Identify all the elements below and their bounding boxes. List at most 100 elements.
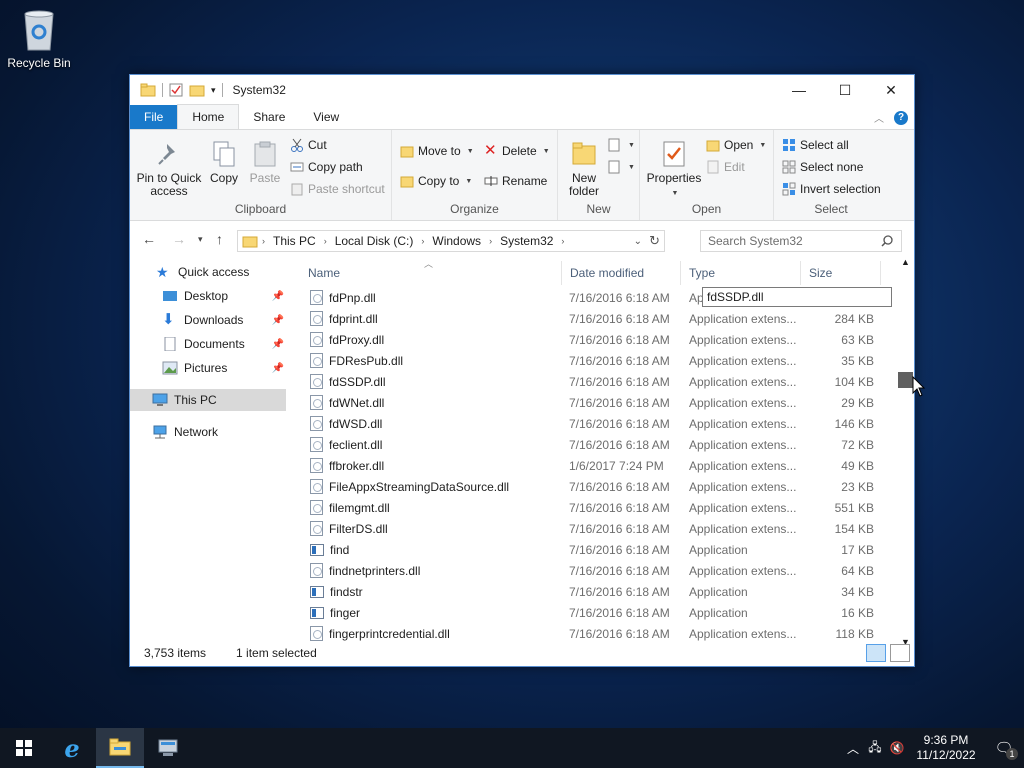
- scrollbar-thumb[interactable]: [898, 372, 913, 388]
- volume-muted-icon[interactable]: 🔇: [886, 728, 908, 768]
- paste-shortcut-button[interactable]: Paste shortcut: [290, 182, 385, 196]
- back-arrow-icon[interactable]: ←: [142, 231, 156, 247]
- internet-explorer-button[interactable]: e: [48, 728, 96, 768]
- file-name: finger: [330, 605, 361, 620]
- address-bar[interactable]: › This PC › Local Disk (C:) › Windows › …: [237, 230, 665, 252]
- pin-icon: [155, 140, 183, 168]
- recent-locations-chevron-icon[interactable]: ▾: [198, 234, 203, 245]
- select-none-button[interactable]: Select none: [782, 160, 863, 174]
- invert-selection-button[interactable]: Invert selection: [782, 182, 881, 196]
- open-button[interactable]: Open ▼: [706, 138, 766, 152]
- nav-network[interactable]: Network: [130, 421, 288, 443]
- table-row[interactable]: fdProxy.dll 7/16/2016 6:18 AM Application …: [300, 329, 890, 350]
- server-manager-button[interactable]: [144, 728, 192, 768]
- group-clipboard-label: Clipboard: [234, 202, 287, 216]
- table-row[interactable]: fdSSDP.dll 7/16/2016 6:18 AM Application e…: [300, 371, 890, 392]
- edit-button[interactable]: Edit: [706, 160, 745, 174]
- table-row[interactable]: findnetprinters.dll 7/16/2016 6:18 AM Appl…: [300, 560, 890, 581]
- copy-path-icon: [290, 160, 304, 174]
- breadcrumb-local-disk[interactable]: Local Disk (C:): [331, 234, 418, 248]
- forward-arrow-icon[interactable]: →: [172, 231, 186, 247]
- breadcrumb-this-pc[interactable]: This PC: [269, 234, 320, 248]
- properties-icon[interactable]: [169, 83, 183, 97]
- copy-to-button[interactable]: Copy to ▼: [400, 174, 472, 188]
- column-header-size[interactable]: Size: [801, 261, 881, 285]
- tab-home[interactable]: Home: [177, 104, 240, 129]
- tab-file[interactable]: File: [130, 105, 178, 129]
- new-item-button[interactable]: ▼: [608, 138, 635, 152]
- column-header-date[interactable]: Date modified: [562, 261, 681, 285]
- select-all-button[interactable]: Select all: [782, 138, 849, 152]
- nav-pictures[interactable]: Pictures 📌: [130, 357, 288, 379]
- copy-to-caret-icon: ▼: [465, 177, 473, 185]
- delete-button[interactable]: ✕ Delete ▼: [484, 142, 550, 159]
- minimize-button[interactable]: —: [776, 75, 822, 105]
- delete-x-icon: ✕: [484, 142, 497, 159]
- vertical-scrollbar[interactable]: ▲ ▼: [898, 255, 915, 647]
- new-folder-icon[interactable]: [189, 83, 205, 97]
- rename-input-value: fdSSDP.dll: [707, 290, 764, 304]
- table-row[interactable]: findstr 7/16/2016 6:18 AM Application 34 KB: [300, 581, 890, 602]
- refresh-icon[interactable]: ↻: [649, 233, 660, 249]
- clock-date: 11/12/2022: [916, 748, 976, 762]
- table-row[interactable]: FDResPub.dll 7/16/2016 6:18 AM Application…: [300, 350, 890, 371]
- nav-documents-label: Documents: [184, 337, 245, 351]
- network-status-icon[interactable]: 🖧: [864, 728, 886, 768]
- up-arrow-icon[interactable]: ↑: [216, 231, 223, 247]
- easy-access-button[interactable]: ▼: [608, 160, 635, 174]
- table-row[interactable]: fdWSD.dll 7/16/2016 6:18 AM Application ex…: [300, 413, 890, 434]
- customize-qat-chevron-icon[interactable]: ▾: [211, 85, 216, 96]
- rename-button[interactable]: Rename: [484, 174, 547, 188]
- file-explorer-window: ▾ System32 — ☐ ✕ File Home Share View ︿ …: [129, 74, 915, 667]
- nav-this-pc[interactable]: This PC: [130, 389, 286, 411]
- nav-quick-access[interactable]: ★ Quick access: [130, 261, 288, 283]
- table-row[interactable]: filemgmt.dll 7/16/2016 6:18 AM Application…: [300, 497, 890, 518]
- tab-view[interactable]: View: [299, 105, 353, 129]
- table-row[interactable]: FileAppxStreamingDataSource.dll 7/16/2016…: [300, 476, 890, 497]
- new-folder-button[interactable]: New folder: [564, 140, 604, 198]
- move-to-button[interactable]: Move to ▼: [400, 144, 474, 158]
- file-explorer-taskbar-button[interactable]: [96, 728, 144, 768]
- breadcrumb-windows[interactable]: Windows: [428, 234, 485, 248]
- nav-desktop[interactable]: Desktop 📌: [130, 285, 288, 307]
- details-view-button[interactable]: [866, 644, 886, 662]
- copy-path-button[interactable]: Copy path: [290, 160, 363, 174]
- table-row[interactable]: fdWNet.dll 7/16/2016 6:18 AM Application e…: [300, 392, 890, 413]
- table-row[interactable]: finger 7/16/2016 6:18 AM Application 16 KB: [300, 602, 890, 623]
- clock[interactable]: 9:36 PM 11/12/2022: [908, 733, 984, 763]
- copy-button[interactable]: Copy: [206, 140, 242, 185]
- table-row[interactable]: fdprint.dll 7/16/2016 6:18 AM Application …: [300, 308, 890, 329]
- file-size: 72 KB: [841, 437, 874, 452]
- start-button[interactable]: [0, 728, 48, 768]
- close-button[interactable]: ✕: [868, 75, 914, 105]
- table-row[interactable]: find 7/16/2016 6:18 AM Application 17 KB: [300, 539, 890, 560]
- cut-button[interactable]: Cut: [290, 138, 327, 152]
- recycle-bin-shortcut[interactable]: Recycle Bin: [4, 8, 74, 70]
- table-row[interactable]: feclient.dll 7/16/2016 6:18 AM Application…: [300, 434, 890, 455]
- clock-time: 9:36 PM: [923, 733, 969, 747]
- maximize-button[interactable]: ☐: [822, 75, 868, 105]
- search-box[interactable]: Search System32: [700, 230, 902, 252]
- table-row[interactable]: ffbroker.dll 1/6/2017 7:24 PM Application …: [300, 455, 890, 476]
- collapse-ribbon-chevron-icon[interactable]: ︿: [874, 110, 884, 125]
- group-new-label: New: [586, 202, 611, 216]
- pin-to-quick-access-button[interactable]: Pin to Quick access: [136, 140, 202, 198]
- rename-label: Rename: [502, 174, 548, 188]
- tab-share[interactable]: Share: [239, 105, 299, 129]
- help-icon[interactable]: ?: [894, 110, 908, 125]
- scroll-up-arrow-icon[interactable]: ▲: [901, 257, 910, 267]
- large-icons-view-button[interactable]: [890, 644, 910, 662]
- column-header-type[interactable]: Type: [681, 261, 801, 285]
- nav-downloads[interactable]: ⬇ Downloads 📌: [130, 309, 288, 331]
- title-bar[interactable]: ▾ System32 — ☐ ✕: [130, 75, 914, 105]
- show-hidden-icons-chevron-icon[interactable]: ︿: [842, 728, 864, 768]
- paste-button[interactable]: Paste: [246, 140, 284, 185]
- nav-documents[interactable]: Documents 📌: [130, 333, 288, 355]
- properties-button[interactable]: Properties ▼: [644, 140, 704, 200]
- action-center-button[interactable]: 🗨 1: [984, 728, 1024, 768]
- rename-input[interactable]: fdSSDP.dll: [702, 287, 892, 307]
- column-header-name[interactable]: Name ︿: [300, 259, 562, 285]
- address-dropdown-chevron-icon[interactable]: ⌄: [634, 236, 642, 247]
- table-row[interactable]: FilterDS.dll 7/16/2016 6:18 AM Application…: [300, 518, 890, 539]
- breadcrumb-system32[interactable]: System32: [496, 234, 557, 248]
